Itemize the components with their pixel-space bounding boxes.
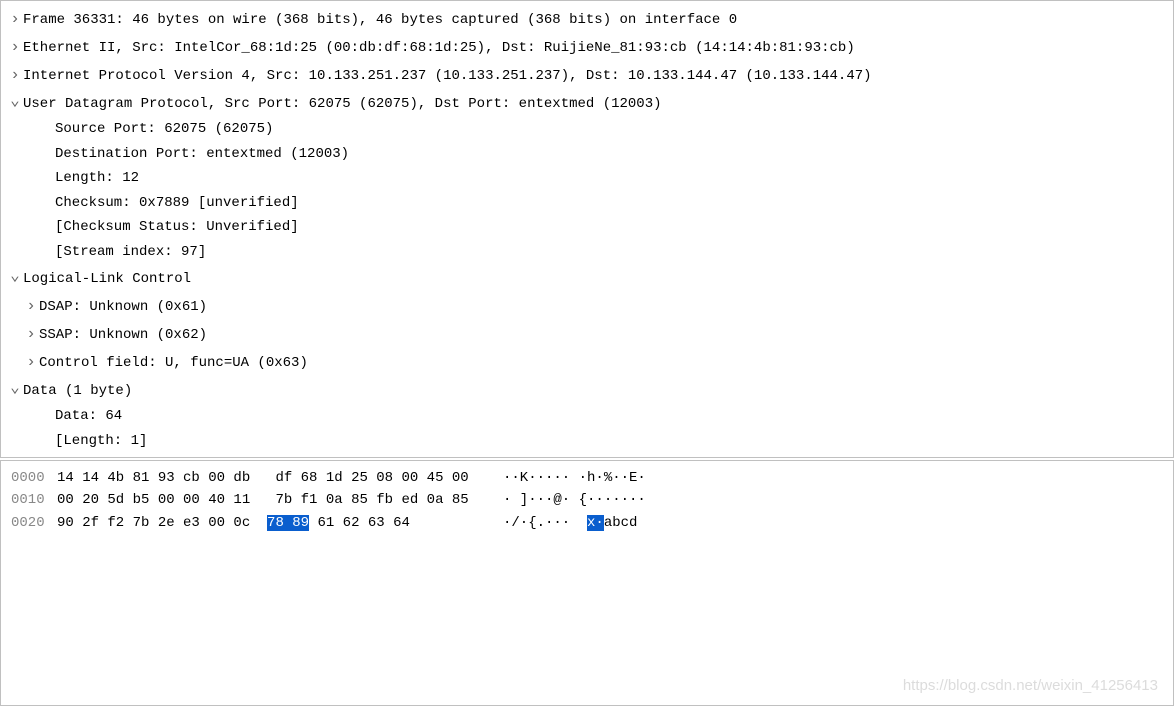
tree-item-llc-ssap[interactable]: SSAP: Unknown (0x62) — [1, 320, 1173, 348]
hex-offset: 0010 — [1, 489, 57, 511]
chevron-right-icon[interactable] — [23, 320, 39, 348]
tree-item-ethernet[interactable]: Ethernet II, Src: IntelCor_68:1d:25 (00:… — [1, 33, 1173, 61]
chevron-right-icon[interactable] — [7, 33, 23, 61]
tree-item-udp-srcport[interactable]: Source Port: 62075 (62075) — [1, 117, 1173, 142]
tree-item-llc-control[interactable]: Control field: U, func=UA (0x63) — [1, 348, 1173, 376]
tree-label: Frame 36331: 46 bytes on wire (368 bits)… — [23, 8, 737, 33]
ascii-highlight: x· — [587, 515, 604, 531]
hex-highlight: 78 89 — [267, 515, 309, 531]
tree-item-udp-checksum-status[interactable]: [Checksum Status: Unverified] — [1, 215, 1173, 240]
hex-offset: 0000 — [1, 467, 57, 489]
chevron-down-icon[interactable] — [7, 264, 23, 292]
tree-label: Length: 12 — [55, 166, 139, 191]
hex-ascii: · ]···@· {······· — [487, 489, 646, 511]
packet-details-pane[interactable]: Frame 36331: 46 bytes on wire (368 bits)… — [0, 0, 1174, 458]
tree-label: Internet Protocol Version 4, Src: 10.133… — [23, 64, 872, 89]
tree-label: Destination Port: entextmed (12003) — [55, 142, 349, 167]
tree-label: User Datagram Protocol, Src Port: 62075 … — [23, 92, 662, 117]
chevron-down-icon[interactable] — [7, 89, 23, 117]
hex-row[interactable]: 0020 90 2f f2 7b 2e e3 00 0c 78 89 61 62… — [1, 512, 1173, 534]
tree-label: Control field: U, func=UA (0x63) — [39, 351, 308, 376]
hex-bytes: 14 14 4b 81 93 cb 00 db df 68 1d 25 08 0… — [57, 467, 487, 489]
tree-item-frame[interactable]: Frame 36331: 46 bytes on wire (368 bits)… — [1, 5, 1173, 33]
tree-label: Data: 64 — [55, 404, 122, 429]
chevron-right-icon[interactable] — [7, 5, 23, 33]
chevron-right-icon[interactable] — [23, 348, 39, 376]
chevron-down-icon[interactable] — [7, 376, 23, 404]
tree-label: Data (1 byte) — [23, 379, 132, 404]
tree-label: [Length: 1] — [55, 429, 147, 454]
tree-item-llc[interactable]: Logical-Link Control — [1, 264, 1173, 292]
tree-item-ip[interactable]: Internet Protocol Version 4, Src: 10.133… — [1, 61, 1173, 89]
tree-label: Checksum: 0x7889 [unverified] — [55, 191, 299, 216]
tree-label: Logical-Link Control — [23, 267, 191, 292]
hex-row[interactable]: 0010 00 20 5d b5 00 00 40 11 7b f1 0a 85… — [1, 489, 1173, 511]
tree-label: [Stream index: 97] — [55, 240, 206, 265]
tree-item-data-value[interactable]: Data: 64 — [1, 404, 1173, 429]
tree-item-udp-dstport[interactable]: Destination Port: entextmed (12003) — [1, 142, 1173, 167]
hex-row[interactable]: 0000 14 14 4b 81 93 cb 00 db df 68 1d 25… — [1, 467, 1173, 489]
tree-label: Ethernet II, Src: IntelCor_68:1d:25 (00:… — [23, 36, 855, 61]
tree-item-data-length[interactable]: [Length: 1] — [1, 429, 1173, 454]
hex-bytes: 00 20 5d b5 00 00 40 11 7b f1 0a 85 fb e… — [57, 489, 487, 511]
hex-ascii: ··K····· ·h·%··E· — [487, 467, 646, 489]
hex-ascii: ·/·{.··· x·abcd — [487, 512, 637, 534]
tree-label: Source Port: 62075 (62075) — [55, 117, 273, 142]
tree-label: DSAP: Unknown (0x61) — [39, 295, 207, 320]
chevron-right-icon[interactable] — [7, 61, 23, 89]
tree-label: SSAP: Unknown (0x62) — [39, 323, 207, 348]
hex-offset: 0020 — [1, 512, 57, 534]
hex-bytes: 90 2f f2 7b 2e e3 00 0c 78 89 61 62 63 6… — [57, 512, 487, 534]
chevron-right-icon[interactable] — [23, 292, 39, 320]
tree-item-udp-stream[interactable]: [Stream index: 97] — [1, 240, 1173, 265]
tree-item-data[interactable]: Data (1 byte) — [1, 376, 1173, 404]
tree-item-udp-checksum[interactable]: Checksum: 0x7889 [unverified] — [1, 191, 1173, 216]
tree-item-udp[interactable]: User Datagram Protocol, Src Port: 62075 … — [1, 89, 1173, 117]
tree-label: [Checksum Status: Unverified] — [55, 215, 299, 240]
hex-dump-pane[interactable]: 0000 14 14 4b 81 93 cb 00 db df 68 1d 25… — [0, 460, 1174, 706]
tree-item-llc-dsap[interactable]: DSAP: Unknown (0x61) — [1, 292, 1173, 320]
tree-item-udp-length[interactable]: Length: 12 — [1, 166, 1173, 191]
